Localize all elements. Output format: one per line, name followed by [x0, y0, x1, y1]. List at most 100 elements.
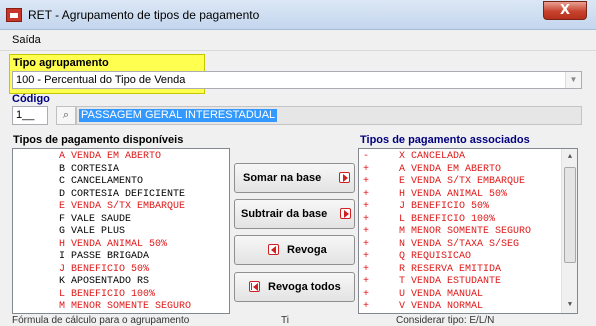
list-item[interactable]: + U VENDA MANUAL: [359, 289, 559, 301]
list-item-code: G: [58, 226, 65, 237]
codigo-label: Código: [12, 93, 50, 105]
list-item[interactable]: G VALE PLUS: [13, 226, 229, 238]
list-item[interactable]: + J BENEFICIO 50%: [359, 201, 559, 213]
list-item-code: N: [398, 238, 405, 250]
list-item-sign: +: [363, 176, 370, 187]
list-item[interactable]: H VENDA ANIMAL 50%: [13, 239, 229, 251]
list-item[interactable]: C CANCELAMENTO: [13, 176, 229, 188]
revoga-todos-button[interactable]: Revoga todos: [234, 272, 355, 302]
list-item-sign: +: [363, 251, 370, 262]
arrow-right-icon: [339, 172, 350, 183]
list-item-code: A: [58, 151, 65, 162]
list-item-code: U: [398, 288, 405, 300]
associados-label: Tipos de pagamento associados: [360, 134, 530, 146]
list-item[interactable]: + Q REQUISICAO: [359, 251, 559, 263]
list-item-name: REQUISICAO: [411, 251, 472, 262]
list-item-name: MENOR SOMENTE SEGURO: [71, 301, 192, 312]
list-item-code: E: [58, 201, 65, 212]
chevron-down-icon[interactable]: ▼: [565, 72, 581, 88]
associados-list[interactable]: + V VENDA NORMAL + U VENDA MANUAL + T VENDA ESTU…: [358, 148, 578, 314]
list-item[interactable]: + H VENDA ANIMAL 50%: [359, 189, 559, 201]
list-item[interactable]: E VENDA S/TX EMBARQUE: [13, 201, 229, 213]
list-item[interactable]: B CORTESIA: [13, 164, 229, 176]
list-item-sign: +: [363, 163, 370, 175]
list-item-code: A: [398, 163, 405, 175]
list-item-name: RESERVA EMITIDA: [411, 263, 502, 275]
binoculars-icon[interactable]: ⌕: [56, 106, 76, 125]
subtrair-label: Subtrair da base: [241, 208, 328, 220]
list-item-sign: +: [363, 238, 370, 250]
list-item[interactable]: + V VENDA NORMAL: [359, 301, 559, 313]
list-item[interactable]: I PASSE BRIGADA: [13, 251, 229, 263]
list-item[interactable]: M MENOR SOMENTE SEGURO: [13, 301, 229, 313]
disponiveis-list[interactable]: A VENDA EM ABERTO B CORTESIA C CANCELAMENTO D C…: [12, 148, 230, 314]
menu-bar: Saída: [0, 31, 596, 51]
list-item-name: VALE PLUS: [71, 226, 126, 237]
list-item[interactable]: + T VENDA ESTUDANTE: [359, 276, 559, 288]
list-item-sign: +: [363, 188, 370, 200]
app-icon: [6, 8, 22, 22]
list-item[interactable]: L BENEFICIO 100%: [13, 289, 229, 301]
list-item-code: B: [58, 163, 65, 175]
scroll-down-icon[interactable]: ▼: [562, 297, 577, 313]
list-item[interactable]: D CORTESIA DEFICIENTE: [13, 189, 229, 201]
arrow-right-icon: [340, 208, 351, 219]
revoga-label: Revoga: [287, 244, 327, 256]
list-item[interactable]: A VENDA EM ABERTO: [13, 151, 229, 163]
list-item-name: BENEFICIO 100%: [411, 213, 496, 225]
list-item-name: MENOR SOMENTE SEGURO: [411, 226, 532, 237]
window-title: RET - Agrupamento de tipos de pagamento: [28, 8, 260, 22]
scroll-up-icon[interactable]: ▲: [562, 149, 577, 165]
scroll-thumb[interactable]: [564, 167, 576, 263]
list-item[interactable]: + L BENEFICIO 100%: [359, 214, 559, 226]
close-button[interactable]: X: [543, 1, 587, 20]
revoga-button[interactable]: Revoga: [234, 235, 355, 265]
list-item-code: L: [398, 213, 405, 225]
list-item-sign: +: [363, 263, 370, 275]
list-item-name: VENDA ANIMAL 50%: [71, 238, 168, 250]
list-item-code: H: [398, 188, 405, 200]
list-item[interactable]: J BENEFICIO 50%: [13, 264, 229, 276]
list-item-code: T: [398, 276, 405, 287]
disponiveis-label: Tipos de pagamento disponíveis: [13, 134, 184, 146]
list-item-name: CORTESIA: [71, 163, 120, 175]
list-item-name: VENDA ANIMAL 50%: [411, 188, 508, 200]
list-item-code: H: [58, 238, 65, 250]
list-item-name: APOSENTADO RS: [71, 276, 150, 287]
subtrair-da-base-button[interactable]: Subtrair da base: [234, 199, 355, 229]
list-item-name: BENEFICIO 100%: [71, 288, 156, 300]
list-item[interactable]: + R RESERVA EMITIDA: [359, 264, 559, 276]
list-item[interactable]: + N VENDA S/TAXA S/SEG: [359, 239, 559, 251]
list-item[interactable]: - X CANCELADA: [359, 151, 559, 163]
arrow-first-icon: [249, 281, 260, 292]
list-item-name: VENDA S/TAXA S/SEG: [411, 238, 520, 250]
codigo-input[interactable]: 1__: [12, 106, 48, 125]
list-item-name: BENEFICIO 50%: [411, 201, 490, 212]
list-item[interactable]: K APOSENTADO RS: [13, 276, 229, 288]
list-item-name: VENDA S/TX EMBARQUE: [71, 201, 186, 212]
list-item-name: CANCELAMENTO: [71, 176, 144, 187]
somar-label: Somar na base: [243, 172, 322, 184]
tipo-agrupamento-select[interactable]: 100 - Percentual do Tipo de Venda ▼: [12, 71, 582, 89]
menu-item-saida[interactable]: Saída: [12, 34, 41, 46]
somar-na-base-button[interactable]: Somar na base: [234, 163, 355, 193]
list-item-name: CANCELADA: [411, 151, 466, 162]
list-item-code: L: [58, 288, 65, 300]
list-item-name: VENDA EM ABERTO: [411, 163, 502, 175]
list-item-sign: +: [363, 201, 370, 212]
list-item-code: Q: [398, 251, 405, 262]
list-item-code: K: [58, 276, 65, 287]
list-item[interactable]: + M MENOR SOMENTE SEGURO: [359, 226, 559, 238]
list-item-code: F: [58, 213, 65, 225]
list-item-name: BENEFICIO 50%: [71, 263, 150, 275]
list-item-name: CORTESIA DEFICIENTE: [71, 188, 186, 200]
list-item[interactable]: + E VENDA S/TX EMBARQUE: [359, 176, 559, 188]
list-item-sign: -: [363, 151, 370, 162]
associados-scrollbar[interactable]: ▲ ▼: [561, 149, 577, 313]
list-item[interactable]: + A VENDA EM ABERTO: [359, 164, 559, 176]
list-item[interactable]: F VALE SAUDE: [13, 214, 229, 226]
list-item-name: VENDA NORMAL: [411, 301, 484, 312]
list-item-code: R: [398, 263, 405, 275]
list-item-code: C: [58, 176, 65, 187]
title-bar: RET - Agrupamento de tipos de pagamento …: [0, 0, 596, 30]
